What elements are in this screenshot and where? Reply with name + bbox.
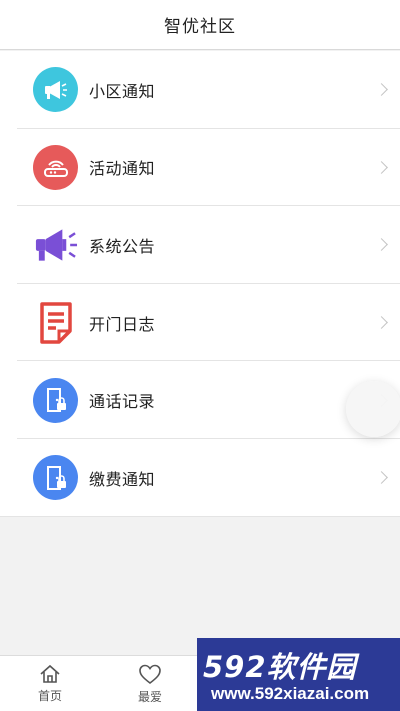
page-title: 智优社区 [164,17,236,37]
home-icon [40,664,60,683]
app-header: 智优社区 [0,0,400,50]
menu-item-label: 活动通知 [89,159,156,179]
watermark-url: www.592xiazai.com [211,684,370,703]
watermark-title: 592软件园 [203,650,357,684]
tab-label: 最爱 [137,689,162,704]
chevron-right-icon [375,83,388,97]
tab-favorites[interactable]: 最爱 [110,656,190,711]
menu-item-label: 开门日志 [89,314,156,334]
menu-list: 小区通知 活动通知 系统公告 开门日志 通话记录 缴费通知 [0,51,400,517]
chevron-right-icon [375,316,388,329]
menu-item-system-announcement[interactable]: 系统公告 [0,206,400,284]
menu-item-community-notice[interactable]: 小区通知 [0,51,400,129]
menu-item-payment-notice[interactable]: 缴费通知 [0,439,400,517]
router-signal-icon [33,144,78,190]
floating-assistive-button[interactable] [346,381,400,437]
tab-home[interactable]: 首页 [10,656,90,711]
menu-item-activity-notice[interactable]: 活动通知 [0,129,400,207]
door-lock-icon [33,455,78,501]
chevron-right-icon [375,161,388,174]
watermark-logo: 592软件园 www.592xiazai.com [197,638,400,711]
chevron-right-icon [375,471,388,485]
tab-label: 首页 [37,689,62,703]
megaphone-icon [33,67,78,113]
loudspeaker-icon [33,222,78,267]
document-icon [33,300,78,345]
menu-item-label: 缴费通知 [89,469,156,489]
menu-item-door-log[interactable]: 开门日志 [0,284,400,362]
menu-item-label: 小区通知 [89,81,156,101]
menu-item-label: 系统公告 [89,236,156,256]
heart-icon [139,664,161,684]
chevron-right-icon [375,238,388,252]
menu-item-call-records[interactable]: 通话记录 [0,361,400,439]
door-lock-icon [33,377,78,423]
menu-item-label: 通话记录 [89,392,156,412]
